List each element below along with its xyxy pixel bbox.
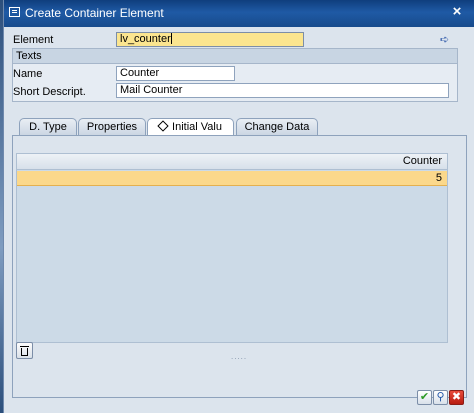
tab-properties[interactable]: Properties xyxy=(78,118,146,135)
text-cursor xyxy=(170,33,172,44)
checkmark-icon: ✔ xyxy=(419,391,430,403)
tab-label: Properties xyxy=(86,121,138,133)
column-header-counter[interactable]: Counter xyxy=(17,154,447,170)
delete-row-button[interactable] xyxy=(16,342,33,359)
close-icon[interactable]: × xyxy=(448,3,466,21)
tab-label: D. Type xyxy=(29,121,67,133)
short-descript-input[interactable]: Mail Counter xyxy=(116,83,449,98)
texts-group-header: Texts xyxy=(13,49,457,64)
create-container-element-dialog: Create Container Element × Element lv_co… xyxy=(3,0,474,413)
name-input[interactable]: Counter xyxy=(116,66,235,81)
create-element-icon xyxy=(9,7,20,17)
column-header-label: Counter xyxy=(402,155,442,167)
resize-handle[interactable]: ..... xyxy=(231,353,251,361)
table-cell-counter[interactable]: 5 xyxy=(436,172,442,184)
element-input[interactable]: lv_counter xyxy=(116,32,304,47)
name-label: Name xyxy=(13,68,43,80)
cancel-icon: ✖ xyxy=(451,391,462,403)
table-row[interactable]: 5 xyxy=(17,171,447,186)
cancel-button[interactable]: ✖ xyxy=(449,390,464,405)
short-descript-label: Short Descript. xyxy=(13,86,86,98)
diamond-icon xyxy=(157,120,169,132)
element-label: Element xyxy=(13,34,54,46)
initial-value-panel: Counter 5 ..... xyxy=(12,135,467,398)
tab-label: Initial Valu xyxy=(172,121,222,133)
continue-button[interactable]: ✔ xyxy=(417,390,432,405)
tab-d-type[interactable]: D. Type xyxy=(19,118,77,135)
find-button[interactable]: ⚲ xyxy=(433,390,448,405)
title-bar: Create Container Element × xyxy=(4,0,474,27)
magnifier-icon: ⚲ xyxy=(436,391,445,403)
window-title: Create Container Element xyxy=(25,6,164,20)
texts-group-title: Texts xyxy=(16,50,42,62)
initial-value-table: Counter 5 ..... xyxy=(16,153,448,361)
tab-change-data[interactable]: Change Data xyxy=(236,118,318,135)
forward-navigate-icon[interactable]: ➪ xyxy=(440,35,454,46)
tab-initial-value[interactable]: Initial Valu xyxy=(147,118,234,136)
element-value: lv_counter xyxy=(120,33,171,45)
tab-label: Change Data xyxy=(244,121,310,133)
